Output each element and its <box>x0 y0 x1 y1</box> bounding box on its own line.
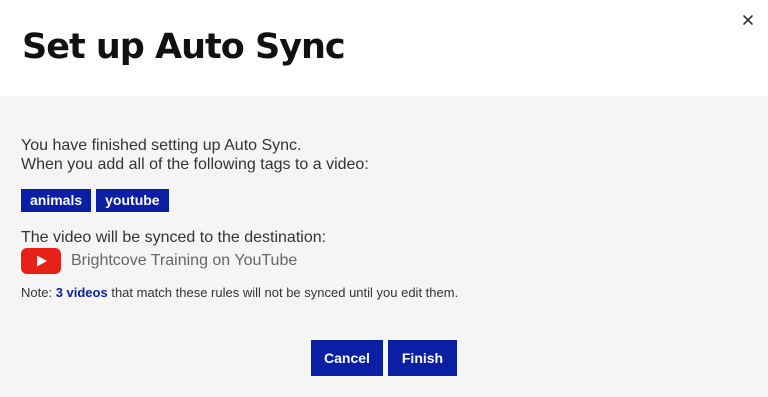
matching-videos-link[interactable]: 3 videos <box>56 285 108 300</box>
close-icon[interactable] <box>740 12 756 28</box>
youtube-icon <box>21 248 61 274</box>
dialog-actions: Cancel Finish <box>311 340 457 376</box>
dialog-header: Set up Auto Sync <box>0 0 768 96</box>
intro-line-2: When you add all of the following tags t… <box>21 156 369 173</box>
destination-row: Brightcove Training on YouTube <box>21 248 297 274</box>
destination-name: Brightcove Training on YouTube <box>71 252 298 269</box>
sync-note: Note: 3 videos that match these rules wi… <box>21 285 458 301</box>
intro-text: You have finished setting up Auto Sync. … <box>21 136 369 174</box>
note-suffix: that match these rules will not be synce… <box>107 285 459 300</box>
destination-label: The video will be synced to the destinat… <box>21 229 327 246</box>
finish-button[interactable]: Finish <box>388 340 457 376</box>
auto-sync-dialog: Set up Auto Sync You have finished setti… <box>0 0 768 397</box>
tag-animals: animals <box>21 189 92 212</box>
cancel-button[interactable]: Cancel <box>311 340 383 376</box>
tag-list: animals youtube <box>21 189 169 212</box>
dialog-title: Set up Auto Sync <box>22 27 346 67</box>
tag-youtube: youtube <box>96 189 169 212</box>
intro-line-1: You have finished setting up Auto Sync. <box>21 137 302 154</box>
dialog-body: You have finished setting up Auto Sync. … <box>0 96 768 397</box>
note-prefix: Note: <box>21 285 56 300</box>
